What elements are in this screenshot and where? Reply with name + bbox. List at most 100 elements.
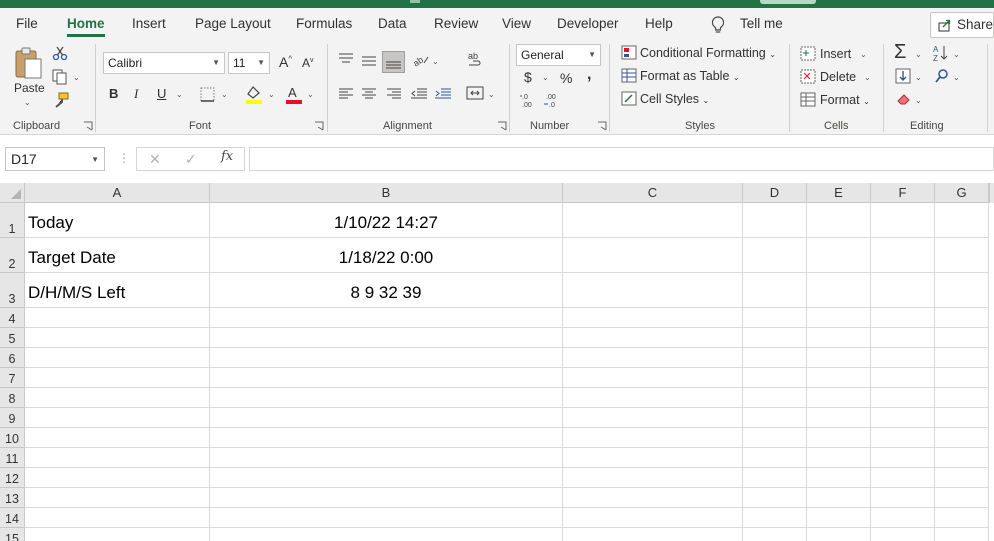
cell-f9[interactable] xyxy=(871,408,935,428)
row-header-4[interactable]: 4 xyxy=(0,308,25,328)
cell-b8[interactable] xyxy=(210,388,563,408)
delete-button[interactable]: Delete xyxy=(820,70,856,84)
cell-f7[interactable] xyxy=(871,368,935,388)
row-header-10[interactable]: 10 xyxy=(0,428,25,448)
cell-f12[interactable] xyxy=(871,468,935,488)
cell-a4[interactable] xyxy=(25,308,210,328)
cell-b10[interactable] xyxy=(210,428,563,448)
row-header-6[interactable]: 6 xyxy=(0,348,25,368)
tell-me-search[interactable]: Tell me xyxy=(740,8,783,40)
cell-a13[interactable] xyxy=(25,488,210,508)
clear-eraser-icon[interactable] xyxy=(896,92,912,106)
cell-d10[interactable] xyxy=(743,428,807,448)
paste-icon[interactable] xyxy=(14,46,44,80)
cell-c15[interactable] xyxy=(563,528,743,541)
cell-f15[interactable] xyxy=(871,528,935,541)
autosum-button[interactable]: Σ xyxy=(894,41,906,64)
cell-f4[interactable] xyxy=(871,308,935,328)
cell-c2[interactable] xyxy=(563,238,743,273)
tab-help[interactable]: Help xyxy=(645,8,673,40)
tab-review[interactable]: Review xyxy=(434,8,478,40)
share-button[interactable]: Share xyxy=(930,12,994,38)
row-header-14[interactable]: 14 xyxy=(0,508,25,528)
cut-icon[interactable] xyxy=(52,45,68,61)
cell-b1[interactable]: 1/10/22 14:27 xyxy=(210,203,563,238)
cell-c6[interactable] xyxy=(563,348,743,368)
cell-f13[interactable] xyxy=(871,488,935,508)
font-name-select[interactable]: Calibri ▼ xyxy=(103,52,225,74)
row-header-1[interactable]: 1 xyxy=(0,203,25,238)
row-header-9[interactable]: 9 xyxy=(0,408,25,428)
tab-view[interactable]: View xyxy=(502,8,531,40)
underline-dropdown-arrow[interactable]: ⌄ xyxy=(176,90,183,99)
font-color-icon[interactable]: A xyxy=(284,84,304,104)
cell-a15[interactable] xyxy=(25,528,210,541)
cell-e1[interactable] xyxy=(807,203,871,238)
middle-align-icon[interactable] xyxy=(361,54,377,68)
cell-a6[interactable] xyxy=(25,348,210,368)
cell-f3[interactable] xyxy=(871,273,935,308)
cell-c9[interactable] xyxy=(563,408,743,428)
title-bar-button[interactable] xyxy=(760,0,816,4)
cell-b7[interactable] xyxy=(210,368,563,388)
cell-c14[interactable] xyxy=(563,508,743,528)
cell-b12[interactable] xyxy=(210,468,563,488)
fill-color-icon[interactable] xyxy=(244,84,264,104)
row-header-7[interactable]: 7 xyxy=(0,368,25,388)
cell-b9[interactable] xyxy=(210,408,563,428)
row-header-11[interactable]: 11 xyxy=(0,448,25,468)
wrap-text-icon[interactable]: ab xyxy=(467,51,483,71)
cell-f11[interactable] xyxy=(871,448,935,468)
formula-bar-grip[interactable]: ⋮ xyxy=(118,151,130,165)
decrease-indent-icon[interactable] xyxy=(410,87,428,101)
cell-e3[interactable] xyxy=(807,273,871,308)
number-launcher-icon[interactable] xyxy=(597,121,607,131)
cell-d1[interactable] xyxy=(743,203,807,238)
merge-center-icon[interactable] xyxy=(466,85,484,101)
cell-d5[interactable] xyxy=(743,328,807,348)
column-header-d[interactable]: D xyxy=(743,183,807,203)
increase-decimal-icon[interactable]: .0.00 xyxy=(519,92,537,108)
fill-dropdown-arrow[interactable]: ⌄ xyxy=(915,73,922,82)
enter-check-icon[interactable]: ✓ xyxy=(185,148,197,170)
cell-styles-button[interactable]: Cell Styles ⌄ xyxy=(640,92,709,106)
cell-b14[interactable] xyxy=(210,508,563,528)
cell-a10[interactable] xyxy=(25,428,210,448)
cell-d11[interactable] xyxy=(743,448,807,468)
row-header-5[interactable]: 5 xyxy=(0,328,25,348)
tab-formulas[interactable]: Formulas xyxy=(296,8,352,40)
cell-f1[interactable] xyxy=(871,203,935,238)
cell-e6[interactable] xyxy=(807,348,871,368)
column-header-e[interactable]: E xyxy=(807,183,871,203)
cell-b5[interactable] xyxy=(210,328,563,348)
cell-b4[interactable] xyxy=(210,308,563,328)
cell-c10[interactable] xyxy=(563,428,743,448)
cell-styles-icon[interactable] xyxy=(621,91,637,106)
italic-button[interactable]: I xyxy=(134,86,138,102)
cell-a9[interactable] xyxy=(25,408,210,428)
cell-e13[interactable] xyxy=(807,488,871,508)
column-header-f[interactable]: F xyxy=(871,183,935,203)
cell-f14[interactable] xyxy=(871,508,935,528)
cell-c7[interactable] xyxy=(563,368,743,388)
cell-f8[interactable] xyxy=(871,388,935,408)
delete-cells-icon[interactable] xyxy=(800,69,816,84)
format-as-table-button[interactable]: Format as Table ⌄ xyxy=(640,69,740,83)
cell-a5[interactable] xyxy=(25,328,210,348)
percent-button[interactable]: % xyxy=(560,70,572,86)
cell-c11[interactable] xyxy=(563,448,743,468)
cell-g10[interactable] xyxy=(935,428,989,448)
format-button[interactable]: Format ⌄ xyxy=(820,93,870,107)
cell-f5[interactable] xyxy=(871,328,935,348)
sort-filter-icon[interactable]: AZ xyxy=(932,44,950,62)
clipboard-launcher-icon[interactable] xyxy=(83,121,93,131)
format-cells-icon[interactable] xyxy=(800,92,816,107)
bold-button[interactable]: B xyxy=(109,86,118,101)
fill-down-icon[interactable] xyxy=(895,68,911,84)
orientation-dropdown-arrow[interactable]: ⌄ xyxy=(432,57,439,66)
bottom-align-button[interactable] xyxy=(382,51,405,73)
font-color-dropdown-arrow[interactable]: ⌄ xyxy=(307,90,314,99)
formula-input[interactable] xyxy=(249,147,994,171)
column-header-c[interactable]: C xyxy=(563,183,743,203)
paste-label[interactable]: Paste xyxy=(14,81,45,95)
